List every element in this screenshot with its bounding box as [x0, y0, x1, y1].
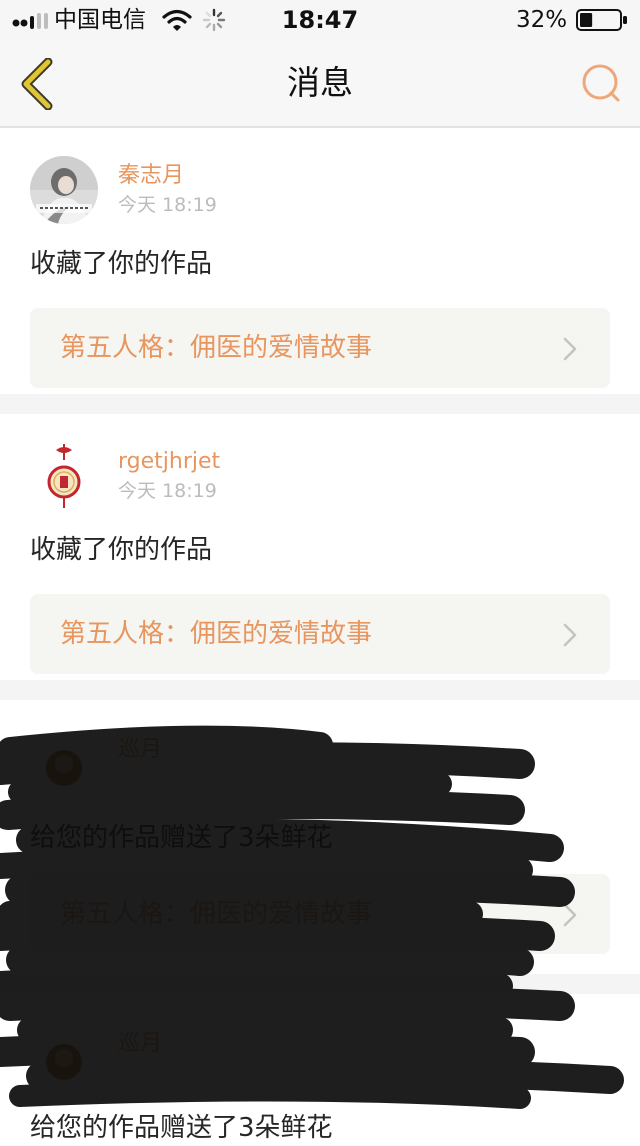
search-icon[interactable]	[578, 60, 624, 106]
status-bar: 中国电信 18:47 32%	[0, 0, 640, 40]
notification-card: 秦志月 今天 18:19 收藏了你的作品 第五人格：佣医的爱情故事	[0, 128, 640, 394]
user-name[interactable]: rgetjhrjet	[118, 448, 220, 476]
separator	[0, 680, 640, 700]
nav-bar: 消息	[0, 40, 640, 128]
user-name[interactable]: 秦志月	[118, 162, 184, 190]
battery-percentage: 32%	[516, 7, 568, 33]
separator	[0, 394, 640, 414]
photo-avatar-icon[interactable]	[30, 156, 98, 224]
battery-icon	[576, 9, 627, 31]
fu-knot-avatar-icon[interactable]	[30, 442, 98, 510]
timestamp: 今天 18:19	[118, 194, 217, 216]
work-title: 第五人格：佣医的爱情故事	[60, 619, 373, 649]
work-link[interactable]: 第五人格：佣医的爱情故事	[30, 308, 610, 388]
notification-message: 收藏了你的作品	[30, 249, 213, 279]
notification-message: 收藏了你的作品	[30, 535, 213, 565]
chevron-right-icon	[563, 623, 577, 647]
page-title: 消息	[287, 63, 353, 102]
work-title: 第五人格：佣医的爱情故事	[60, 333, 373, 363]
redaction-scribble	[0, 725, 624, 1109]
chevron-right-icon	[563, 337, 577, 361]
timestamp: 今天 18:19	[118, 480, 217, 502]
notification-card: rgetjhrjet 今天 18:19 收藏了你的作品 第五人格：佣医的爱情故事	[0, 414, 640, 680]
work-link[interactable]: 第五人格：佣医的爱情故事	[30, 594, 610, 674]
